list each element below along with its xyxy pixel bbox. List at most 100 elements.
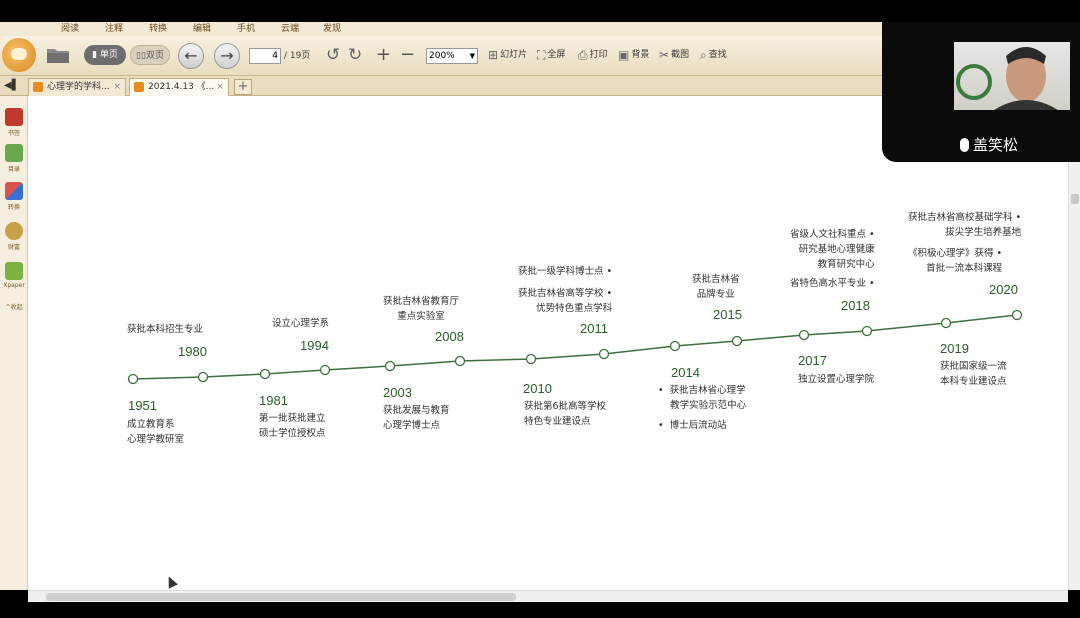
video-call-overlay[interactable]: 盖笑松 (882, 22, 1080, 162)
event-2018-a: 省级人文社科重点 • 研究基地心理健康 教育研究中心 (790, 229, 875, 270)
event-2017: 独立设置心理学院 (798, 374, 875, 385)
background-icon: ▣ (618, 48, 630, 62)
toc-icon (5, 144, 23, 162)
year-2003: 2003 (383, 385, 412, 400)
fullscreen-button[interactable]: ⛶ 全屏 (537, 44, 565, 66)
year-2008: 2008 (435, 329, 464, 344)
event-2020-a: 获批吉林省高校基础学科 • 拔尖学生培养基地 (908, 212, 1022, 238)
menu-tab-annotate[interactable]: 注释 (96, 22, 132, 36)
year-2010: 2010 (523, 381, 552, 396)
mic-icon (960, 137, 969, 152)
year-2019: 2019 (940, 341, 969, 356)
year-1951: 1951 (128, 398, 157, 413)
menu-tab-edit[interactable]: 编辑 (184, 22, 220, 36)
screen-bottom-bar (0, 602, 1080, 618)
menu-tab-read[interactable]: 阅读 (52, 22, 88, 36)
event-2011-b: 获批吉林省高等学校 • 优势特色重点学科 (518, 288, 613, 314)
rotate-left-button[interactable]: ↺ (326, 44, 340, 66)
tab-document-2[interactable]: 2021.4.13 《... × (129, 78, 229, 96)
sidebar-item-convert[interactable]: 转换 (0, 182, 28, 211)
year-2017: 2017 (798, 353, 827, 368)
search-button[interactable]: ⌕ 查找 (700, 44, 727, 66)
sidebar-collapse[interactable]: ^收起 (0, 302, 28, 311)
page-number-input[interactable]: 4 (249, 48, 281, 64)
left-sidebar: 书签 目录 转换 财富 Xpaper ^收起 (0, 96, 28, 590)
timeline-node-2015 (731, 335, 743, 347)
document-icon (33, 82, 43, 92)
folder-icon (47, 49, 69, 63)
convert-icon (5, 182, 23, 200)
close-icon[interactable]: × (113, 79, 121, 95)
wealth-icon (5, 222, 23, 240)
zoom-select[interactable]: 200% ▼ (426, 48, 478, 64)
zoom-in-button[interactable]: + (376, 44, 391, 66)
background-button[interactable]: ▣ 背景 (618, 44, 649, 66)
event-2014-b: • 博士后流动站 (658, 420, 727, 431)
timeline-node-2014 (669, 340, 681, 352)
event-1980: 获批本科招生专业 (127, 324, 204, 335)
event-1994: 设立心理学系 (272, 318, 330, 329)
menu-tab-discover[interactable]: 发现 (314, 22, 350, 36)
timeline-node-2011 (598, 348, 610, 360)
year-2018: 2018 (841, 298, 870, 313)
event-1981: 第一批获批建立 硕士学位授权点 (259, 413, 326, 439)
sidebar-item-xpaper[interactable]: Xpaper (0, 262, 28, 289)
menu-tab-cloud[interactable]: 云端 (272, 22, 308, 36)
sidebar-item-wealth[interactable]: 财富 (0, 222, 28, 251)
double-page-button[interactable]: ▯▯双页 (130, 45, 170, 65)
tab-document-1[interactable]: 心理学的学科... × (28, 78, 126, 96)
timeline-node-2019 (940, 317, 952, 329)
prev-page-button[interactable]: ← (178, 43, 204, 69)
menu-tab-mobile[interactable]: 手机 (228, 22, 264, 36)
event-2011-a: 获批一级学科博士点 • (518, 266, 613, 277)
back-arrow-icon[interactable]: ◀▌ (4, 80, 19, 91)
timeline-node-1994 (319, 364, 331, 376)
event-2019: 获批国家级一流 本科专业建设点 (940, 361, 1007, 387)
timeline-node-1980 (197, 371, 209, 383)
menu-tab-convert[interactable]: 转换 (140, 22, 176, 36)
event-2018-b: 省特色高水平专业 • (790, 278, 875, 289)
timeline-node-2017 (798, 329, 810, 341)
screen-top-bar (0, 0, 1080, 22)
logo-face-icon (11, 48, 27, 60)
document-page: 1951 1980 1981 1994 2003 2008 2010 2011 … (28, 96, 1068, 590)
event-2010: 获批第6批高等学校 特色专业建设点 (524, 401, 607, 427)
sidebar-item-bookmarks[interactable]: 书签 (0, 108, 28, 137)
sidebar-item-toc[interactable]: 目录 (0, 144, 28, 173)
next-page-button[interactable]: → (214, 43, 240, 69)
screenshot-button[interactable]: ✂ 截图 (659, 44, 689, 66)
year-1981: 1981 (259, 393, 288, 408)
fullscreen-icon: ⛶ (537, 48, 546, 62)
timeline-node-1981 (259, 368, 271, 380)
chevron-down-icon: ▼ (469, 52, 475, 60)
open-folder-button[interactable] (46, 44, 70, 66)
timeline-node-2008 (454, 355, 466, 367)
vertical-scrollbar[interactable] (1068, 96, 1080, 590)
year-2020: 2020 (989, 282, 1018, 297)
timeline-node-2020 (1011, 309, 1023, 321)
rotate-right-button[interactable]: ↻ (348, 44, 362, 66)
close-icon[interactable]: × (216, 79, 224, 95)
add-tab-button[interactable]: + (234, 79, 252, 95)
search-icon: ⌕ (700, 48, 707, 62)
arrow-right-icon: → (220, 46, 234, 65)
event-2015: 获批吉林省 品牌专业 (692, 274, 740, 300)
year-1994: 1994 (300, 338, 329, 353)
slideshow-button[interactable]: ⊞ 幻灯片 (488, 44, 527, 66)
horizontal-scrollbar[interactable] (28, 590, 1068, 602)
year-1980: 1980 (178, 344, 207, 359)
single-page-button[interactable]: ▮ 单页 (84, 45, 126, 65)
year-2015: 2015 (713, 307, 742, 322)
event-2008: 获批吉林省教育厅 重点实验室 (383, 296, 460, 322)
rotate-left-icon: ↺ (326, 45, 341, 65)
event-1951: 成立教育系 心理学教研室 (127, 419, 185, 445)
timeline-node-2003 (384, 360, 396, 372)
zoom-out-button[interactable]: − (400, 44, 415, 66)
xpaper-icon (5, 262, 23, 280)
timeline-graphic (127, 309, 1023, 385)
slideshow-icon: ⊞ (488, 48, 499, 62)
vertical-scroll-thumb[interactable] (1071, 194, 1079, 204)
horizontal-scroll-thumb[interactable] (46, 593, 516, 601)
print-button[interactable]: ⎙ 打印 (578, 44, 608, 66)
app-logo[interactable] (2, 38, 36, 72)
